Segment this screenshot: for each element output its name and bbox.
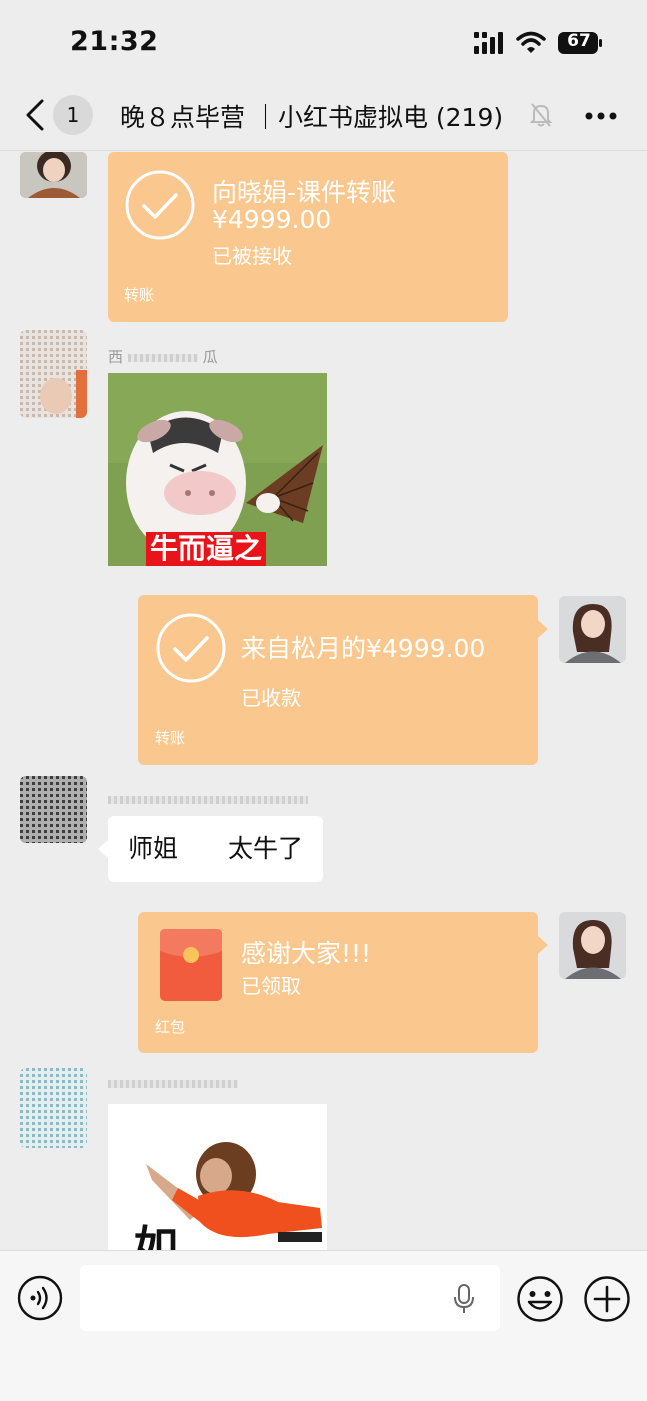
transfer-footer: 转账	[124, 286, 155, 304]
red-packet-title: 感谢大家!!!	[241, 939, 372, 968]
transfer-status: 已被接收	[212, 244, 292, 268]
voice-icon[interactable]	[17, 1275, 63, 1321]
sender-avatar[interactable]	[20, 776, 87, 843]
battery-level: 67	[567, 31, 591, 51]
my-avatar[interactable]	[559, 596, 626, 663]
chevron-left-icon[interactable]	[24, 98, 46, 132]
message-input[interactable]	[80, 1265, 500, 1331]
microphone-icon[interactable]	[452, 1283, 476, 1315]
transfer-title: 来自松月的¥4999.00	[241, 634, 486, 663]
status-bar: 21:32 67	[0, 0, 647, 88]
red-packet-message[interactable]: 感谢大家!!! 已领取 红包	[138, 912, 538, 1053]
sender-avatar[interactable]	[20, 152, 87, 198]
transfer-status: 已收款	[241, 686, 301, 710]
sticker-caption: 如	[134, 1222, 178, 1251]
red-packet-status: 已领取	[241, 974, 301, 998]
status-time: 21:32	[70, 26, 159, 57]
transfer-footer: 转账	[155, 729, 186, 747]
sticker-image[interactable]: 牛而逼之	[108, 373, 327, 566]
sticker-caption: 牛而逼之	[146, 532, 267, 566]
transfer-message[interactable]: 来自松月的¥4999.00 已收款 转账	[138, 595, 538, 765]
red-packet-icon	[160, 929, 222, 1001]
sticker-image[interactable]: 如	[108, 1104, 327, 1250]
red-packet-footer: 红包	[155, 1018, 186, 1036]
bubble-tail	[538, 936, 548, 954]
bell-off-icon	[530, 103, 552, 127]
bubble-tail	[98, 840, 108, 858]
sender-name	[108, 796, 308, 804]
sender-avatar[interactable]	[20, 1068, 87, 1148]
text-message[interactable]: 师姐 太牛了	[108, 816, 324, 882]
plus-icon[interactable]	[583, 1275, 631, 1323]
check-circle-icon	[125, 170, 195, 240]
transfer-amount: ¥4999.00	[212, 205, 332, 234]
transfer-title: 向晓娟-课件转账	[212, 178, 397, 207]
check-circle-icon	[156, 613, 226, 683]
bubble-tail	[538, 620, 548, 638]
cellular-signal-icon	[474, 32, 503, 54]
unread-count-badge[interactable]: 1	[53, 95, 93, 135]
my-avatar[interactable]	[559, 912, 626, 979]
chat-header: 1 晚８点毕营 ｜小红书虚拟电 (219)	[0, 88, 647, 151]
sender-name	[108, 1080, 238, 1088]
chat-input-bar	[0, 1250, 647, 1401]
more-dots-icon[interactable]	[585, 112, 617, 120]
wifi-icon	[516, 31, 546, 53]
sender-avatar[interactable]	[20, 330, 87, 418]
emoji-icon[interactable]	[516, 1275, 564, 1323]
transfer-message[interactable]: 向晓娟-课件转账 ¥4999.00 已被接收 转账	[108, 152, 508, 322]
sender-name: 西 瓜	[108, 348, 218, 366]
chat-title: 晚８点毕营 ｜小红书虚拟电 (219)	[120, 103, 504, 132]
